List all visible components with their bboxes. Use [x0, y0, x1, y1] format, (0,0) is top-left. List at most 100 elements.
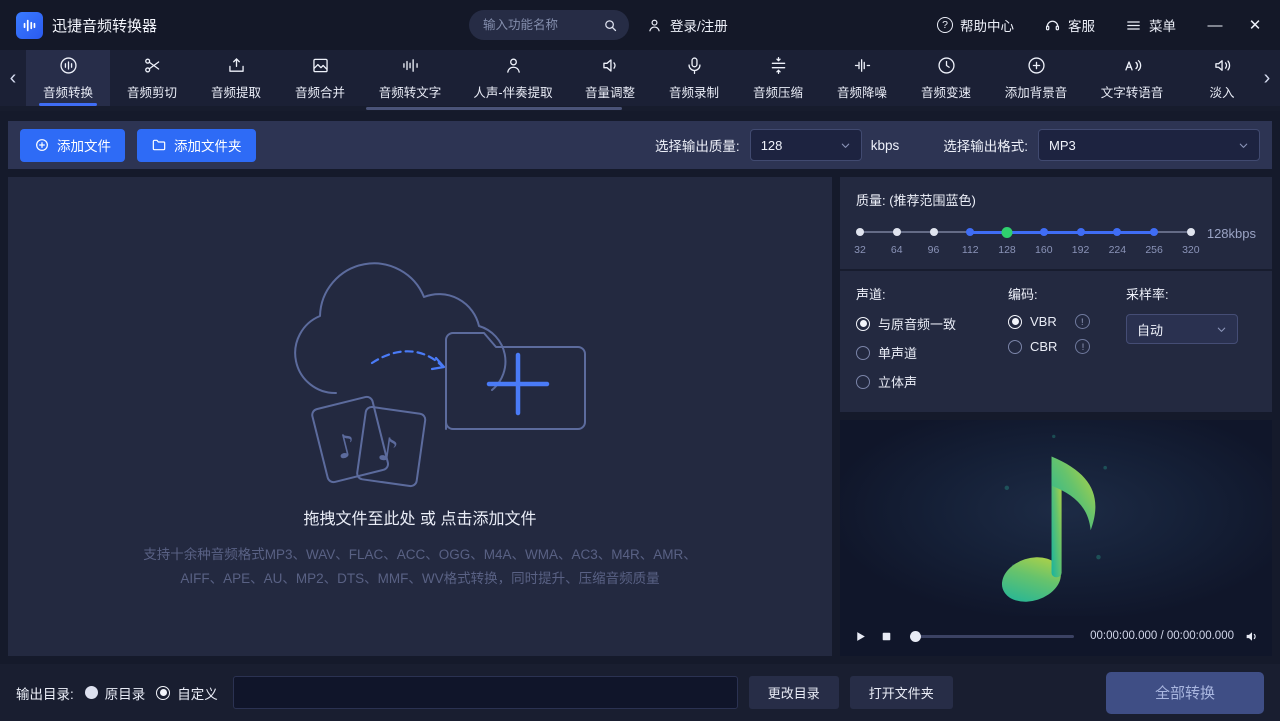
- dir-option-original[interactable]: 原目录: [85, 683, 146, 703]
- radio-icon: [1008, 340, 1022, 354]
- quality-dot-64[interactable]: [893, 228, 901, 236]
- cbr-info-icon[interactable]: !: [1075, 339, 1090, 354]
- file-drop-zone[interactable]: ♪ ♪ 拖拽文件至此处 或 点击添加文件 支持十余种音频格式MP3、WAV、FL…: [8, 177, 832, 656]
- preview-panel: 00:00:00.000 / 00:00:00.000: [840, 420, 1272, 656]
- output-quality-select[interactable]: 128: [750, 129, 862, 161]
- quality-slider[interactable]: 32 64 96 112 128 160 192 224 256 320: [860, 221, 1191, 263]
- search-box[interactable]: [469, 10, 629, 40]
- playback-time: 00:00:00.000 / 00:00:00.000: [1090, 630, 1234, 642]
- convert-all-button[interactable]: 全部转换: [1106, 672, 1264, 714]
- quality-slider-handle[interactable]: [1002, 227, 1013, 238]
- change-dir-button[interactable]: 更改目录: [749, 676, 839, 709]
- svg-text:♪: ♪: [375, 429, 401, 469]
- encoding-option-label: VBR: [1030, 314, 1057, 329]
- channel-option-mono[interactable]: 单声道: [856, 343, 1008, 362]
- playback-progress-bar[interactable]: [910, 635, 1074, 638]
- quality-dot-320[interactable]: [1187, 228, 1195, 236]
- vbr-info-icon[interactable]: !: [1075, 314, 1090, 329]
- quality-dot-224[interactable]: [1113, 228, 1121, 236]
- tab-text-to-speech[interactable]: 文字转语音: [1084, 50, 1180, 106]
- chevron-down-icon: [1216, 324, 1227, 335]
- quality-tick-label: 112: [962, 244, 979, 256]
- options-card: 声道: 与原音频一致 单声道 立体声 编码:: [840, 271, 1272, 412]
- quality-dot-192[interactable]: [1077, 228, 1085, 236]
- playback-handle[interactable]: [910, 631, 921, 642]
- tab-audio-to-text[interactable]: 音频转文字: [362, 50, 458, 106]
- microphone-icon: [684, 55, 705, 76]
- chevron-down-icon: [840, 140, 851, 151]
- tts-icon: [1122, 55, 1143, 76]
- volume-button[interactable]: [1244, 628, 1260, 644]
- tab-fade[interactable]: 淡入: [1180, 50, 1254, 106]
- channel-option-original[interactable]: 与原音频一致: [856, 314, 1008, 333]
- dropzone-title: 拖拽文件至此处 或 点击添加文件: [304, 505, 537, 529]
- quality-slider-recommended-range: [970, 231, 1154, 234]
- tabs-scroll-right-icon[interactable]: ›: [1254, 50, 1280, 106]
- vocal-icon: [503, 55, 524, 76]
- tab-label: 音频转换: [43, 82, 93, 101]
- quality-dot-256[interactable]: [1150, 228, 1158, 236]
- tab-label: 音频提取: [211, 82, 261, 101]
- quality-dot-112[interactable]: [966, 228, 974, 236]
- quality-tick-label: 32: [854, 244, 866, 256]
- tab-vocal-separation[interactable]: 人声-伴奏提取: [458, 50, 568, 106]
- output-quality-value: 128: [761, 138, 783, 153]
- sample-rate-select[interactable]: 自动: [1126, 314, 1238, 344]
- tab-label: 淡入: [1209, 82, 1234, 101]
- tab-label: 音频降噪: [837, 82, 887, 101]
- add-folder-button[interactable]: 添加文件夹: [137, 129, 256, 162]
- music-note-art: [981, 423, 1131, 613]
- channel-option-stereo[interactable]: 立体声: [856, 372, 1008, 391]
- headset-icon: [1044, 17, 1061, 34]
- encoding-option-vbr[interactable]: VBR !: [1008, 314, 1126, 329]
- login-register-label: 登录/注册: [670, 15, 728, 35]
- fade-icon: [1212, 55, 1233, 76]
- output-format-select[interactable]: MP3: [1038, 129, 1260, 161]
- menu-button[interactable]: 菜单: [1125, 15, 1176, 35]
- play-icon: [854, 630, 867, 643]
- quality-dot-160[interactable]: [1040, 228, 1048, 236]
- tab-audio-record[interactable]: 音频录制: [652, 50, 736, 106]
- open-folder-button[interactable]: 打开文件夹: [850, 676, 953, 709]
- minimize-button[interactable]: —: [1206, 17, 1224, 34]
- tab-label: 音频压缩: [753, 82, 803, 101]
- tab-speed-change[interactable]: 音频变速: [904, 50, 988, 106]
- merge-icon: [310, 55, 331, 76]
- add-file-label: 添加文件: [57, 135, 111, 155]
- tabs-scroll-left-icon[interactable]: ‹: [0, 50, 26, 106]
- tab-label: 音频合并: [295, 82, 345, 101]
- encoding-option-cbr[interactable]: CBR !: [1008, 339, 1126, 354]
- quality-dot-32[interactable]: [856, 228, 864, 236]
- channel-label: 声道:: [856, 284, 1008, 303]
- question-icon: ?: [937, 17, 953, 33]
- search-icon: [603, 18, 618, 33]
- tabs-scrollbar-thumb[interactable]: [366, 107, 622, 110]
- login-register-button[interactable]: 登录/注册: [646, 15, 728, 35]
- tab-audio-compress[interactable]: 音频压缩: [736, 50, 820, 106]
- radio-icon: [1008, 315, 1022, 329]
- tab-noise-reduce[interactable]: 音频降噪: [820, 50, 904, 106]
- play-button[interactable]: [852, 628, 868, 644]
- dir-option-custom[interactable]: 自定义: [156, 683, 218, 703]
- tab-audio-extract[interactable]: 音频提取: [194, 50, 278, 106]
- close-button[interactable]: ✕: [1246, 16, 1264, 34]
- tab-audio-merge[interactable]: 音频合并: [278, 50, 362, 106]
- tab-audio-cut[interactable]: 音频剪切: [110, 50, 194, 106]
- output-path-input[interactable]: [233, 676, 738, 709]
- tab-add-background[interactable]: 添加背景音: [988, 50, 1084, 106]
- tab-audio-convert[interactable]: 音频转换: [26, 50, 110, 106]
- help-center-label: 帮助中心: [960, 15, 1014, 35]
- output-format-label: 选择输出格式:: [943, 135, 1028, 155]
- channel-option-label: 单声道: [878, 343, 917, 362]
- stop-button[interactable]: [878, 628, 894, 644]
- help-center-button[interactable]: ? 帮助中心: [937, 15, 1014, 35]
- output-quality-label: 选择输出质量:: [655, 135, 740, 155]
- customer-service-button[interactable]: 客服: [1044, 15, 1095, 35]
- svg-text:♪: ♪: [331, 425, 360, 467]
- search-input[interactable]: [483, 18, 603, 32]
- quality-dot-96[interactable]: [930, 228, 938, 236]
- add-circle-icon: [1026, 55, 1047, 76]
- add-file-button[interactable]: 添加文件: [20, 129, 125, 162]
- sample-rate-group: 采样率: 自动: [1126, 284, 1256, 401]
- tab-volume-adjust[interactable]: 音量调整: [568, 50, 652, 106]
